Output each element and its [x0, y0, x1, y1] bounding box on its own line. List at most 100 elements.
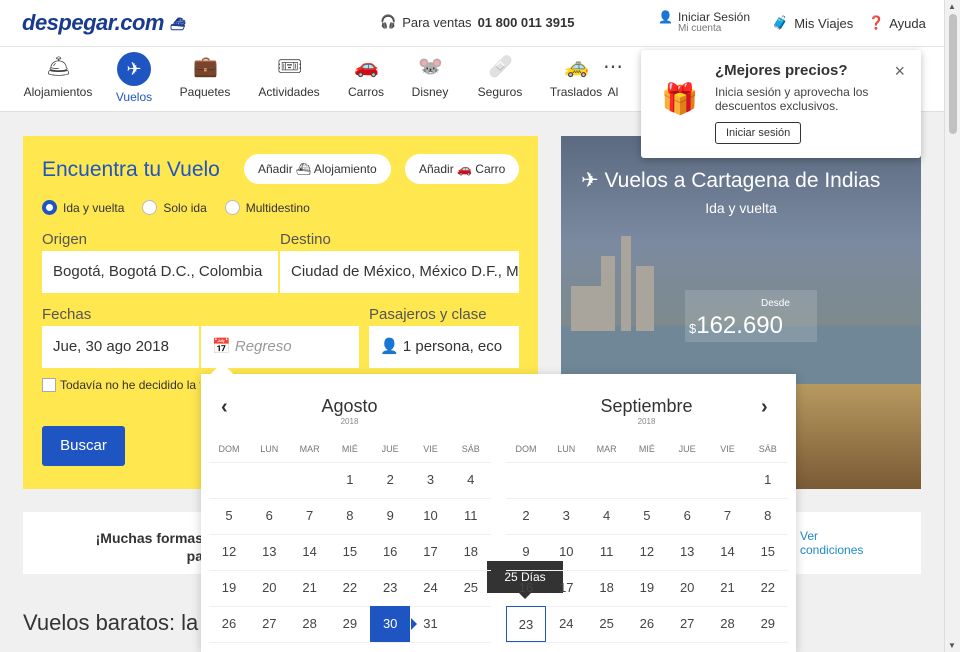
- calendar-day[interactable]: 10: [546, 534, 586, 570]
- calendar-day[interactable]: 1: [748, 462, 788, 498]
- prev-month-icon[interactable]: ‹: [221, 396, 228, 419]
- calendar-day[interactable]: 25: [451, 570, 491, 606]
- calendar-day[interactable]: 20: [667, 570, 707, 606]
- calendar-day[interactable]: 5: [627, 498, 667, 534]
- nav-item-actividades[interactable]: 🎟 Actividades: [249, 55, 329, 99]
- calendar-day[interactable]: 13: [667, 534, 707, 570]
- bag-icon: 🧳: [772, 15, 789, 30]
- scrollbar[interactable]: ▲ ▼: [944, 0, 960, 652]
- calendar-day[interactable]: 25: [587, 606, 627, 642]
- calendar-day[interactable]: 6: [667, 498, 707, 534]
- radio-one-way[interactable]: Solo ida: [142, 200, 207, 215]
- calendar-day[interactable]: 29: [330, 606, 370, 642]
- calendar-day[interactable]: 19: [627, 570, 667, 606]
- calendar-day[interactable]: 28: [290, 606, 330, 642]
- conditions-link[interactable]: Ver condiciones: [800, 529, 863, 557]
- calendar-day[interactable]: 10: [411, 498, 451, 534]
- calendar-day[interactable]: 23: [370, 570, 410, 606]
- calendar-day[interactable]: 22: [748, 570, 788, 606]
- scroll-thumb[interactable]: [949, 14, 957, 134]
- calendar-day[interactable]: 14: [708, 534, 748, 570]
- calendar-day[interactable]: 8: [748, 498, 788, 534]
- nav-item-paquetes[interactable]: 💼 Paquetes: [165, 55, 245, 99]
- nav-item-seguros[interactable]: 🩹 Seguros: [460, 55, 540, 99]
- calendar-day[interactable]: 26: [627, 606, 667, 642]
- calendar-day[interactable]: 29: [748, 606, 788, 642]
- nav-item-vuelos[interactable]: ✈ Vuelos: [94, 52, 174, 104]
- weekday-header: SÁB: [461, 444, 480, 454]
- calendar-day[interactable]: 20: [249, 570, 289, 606]
- origin-input[interactable]: Bogotá, Bogotá D.C., Colombia: [42, 251, 278, 293]
- calendar-day[interactable]: 12: [627, 534, 667, 570]
- calendar-day[interactable]: 18: [451, 534, 491, 570]
- calendar-day[interactable]: 16: [370, 534, 410, 570]
- calendar-day[interactable]: 24: [546, 606, 586, 642]
- search-button[interactable]: Buscar: [42, 426, 125, 466]
- calendar-day[interactable]: 24: [411, 570, 451, 606]
- calendar-day[interactable]: 21: [290, 570, 330, 606]
- calendar-day[interactable]: 9: [370, 498, 410, 534]
- dates-label: Fechas: [42, 306, 92, 323]
- calendar-day[interactable]: 2: [506, 498, 546, 534]
- add-car-button[interactable]: Añadir 🚗 Carro: [405, 154, 520, 184]
- help-link[interactable]: ❓ Ayuda: [868, 15, 926, 31]
- calendar-day[interactable]: 11: [587, 534, 627, 570]
- add-hotel-button[interactable]: Añadir ⛴ Alojamiento: [244, 154, 391, 184]
- calendar-day[interactable]: 3: [546, 498, 586, 534]
- weekday-header: VIE: [423, 444, 438, 454]
- calendar-day[interactable]: 31: [411, 606, 451, 642]
- sales-phone: 🎧 Para ventas 01 800 011 3915: [380, 14, 574, 30]
- calendar-day[interactable]: 14: [290, 534, 330, 570]
- calendar-day[interactable]: 27: [249, 606, 289, 642]
- calendar-day[interactable]: 16: [506, 570, 546, 606]
- calendar-day[interactable]: 30: [370, 606, 411, 642]
- calendar-day[interactable]: 6: [249, 498, 289, 534]
- calendar-day[interactable]: 17: [411, 534, 451, 570]
- popup-login-button[interactable]: Iniciar sesión: [715, 122, 802, 144]
- passengers-input[interactable]: 👤 1 persona, eco: [369, 326, 519, 368]
- destination-input[interactable]: Ciudad de México, México D.F., M: [280, 251, 519, 293]
- calendar-day[interactable]: 9: [506, 534, 546, 570]
- departure-date-input[interactable]: Jue, 30 ago 2018: [42, 326, 199, 368]
- nav-item-alojamientos[interactable]: 🛎 Alojamientos: [18, 55, 98, 99]
- activities-icon: 🎟: [277, 56, 303, 78]
- calendar-day[interactable]: 17: [546, 570, 586, 606]
- calendar-day[interactable]: 27: [667, 606, 707, 642]
- calendar-day[interactable]: 1: [330, 462, 370, 498]
- scroll-down-icon[interactable]: ▼: [948, 641, 956, 650]
- calendar-day[interactable]: 12: [209, 534, 249, 570]
- calendar-day[interactable]: 3: [411, 462, 451, 498]
- calendar-day[interactable]: 15: [330, 534, 370, 570]
- calendar-day[interactable]: 28: [708, 606, 748, 642]
- return-date-input[interactable]: 📅 Regreso: [201, 326, 359, 368]
- calendar-day[interactable]: 7: [708, 498, 748, 534]
- promo-subtitle: Ida y vuelta: [705, 200, 777, 216]
- close-icon[interactable]: ×: [894, 61, 905, 82]
- calendar-day[interactable]: 21: [708, 570, 748, 606]
- calendar-day[interactable]: 18: [587, 570, 627, 606]
- calendar-day[interactable]: 23: [506, 606, 546, 642]
- despegar-logo[interactable]: despegar.com ⛴: [22, 10, 185, 36]
- my-trips-link[interactable]: 🧳 Mis Viajes: [772, 15, 853, 31]
- nav-item-disney[interactable]: 🐭 Disney: [390, 55, 470, 99]
- calendar-day[interactable]: 22: [330, 570, 370, 606]
- next-month-icon[interactable]: ›: [761, 396, 768, 419]
- calendar-day[interactable]: 2: [370, 462, 410, 498]
- calendar-day[interactable]: 7: [290, 498, 330, 534]
- radio-multi[interactable]: Multidestino: [224, 200, 310, 215]
- nav-item-more[interactable]: ⋯ Al: [598, 55, 628, 99]
- calendar-day[interactable]: 15: [748, 534, 788, 570]
- radio-round-trip[interactable]: Ida y vuelta: [42, 200, 124, 215]
- calendar-day[interactable]: 13: [249, 534, 289, 570]
- calendar-day[interactable]: 4: [587, 498, 627, 534]
- calendar-day[interactable]: 8: [330, 498, 370, 534]
- undecided-checkbox[interactable]: Todavía no he decidido la f: [42, 378, 200, 392]
- scroll-up-icon[interactable]: ▲: [948, 2, 956, 11]
- calendar-day[interactable]: 4: [451, 462, 491, 498]
- calendar-day[interactable]: 11: [451, 498, 491, 534]
- login-link[interactable]: 👤 Iniciar Sesión Mi cuenta: [658, 10, 750, 34]
- insurance-icon: 🩹: [488, 56, 513, 78]
- calendar-day[interactable]: 26: [209, 606, 249, 642]
- calendar-day[interactable]: 19: [209, 570, 249, 606]
- calendar-day[interactable]: 5: [209, 498, 249, 534]
